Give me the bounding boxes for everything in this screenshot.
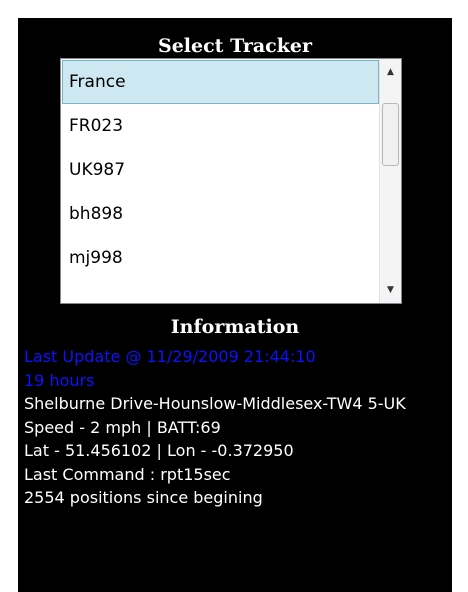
age-text: 19 hours (24, 370, 95, 390)
address-text: Shelburne Drive-Hounslow-Middlesex-TW4 5… (24, 394, 406, 413)
scroll-thumb[interactable] (382, 103, 399, 166)
scroll-down-icon[interactable]: ▼ (380, 279, 401, 301)
tracker-item-uk987[interactable]: UK987 (62, 148, 379, 192)
select-tracker-heading: Select Tracker (158, 35, 312, 57)
last-command-text: Last Command : rpt15sec (24, 464, 231, 484)
tracker-item-fr023[interactable]: FR023 (62, 104, 379, 148)
speed-battery-text: Speed - 2 mph | BATT:69 (24, 417, 221, 437)
tracker-list: France FR023 UK987 bh898 mj998 (62, 60, 379, 280)
lat-lon-text: Lat - 51.456102 | Lon - -0.372950 (24, 441, 294, 460)
tracker-panel: Select Tracker France FR023 UK987 bh898 … (18, 18, 452, 592)
tracker-item-france[interactable]: France (62, 60, 379, 104)
scroll-up-icon[interactable]: ▲ (380, 61, 401, 83)
information-details: Last Update @ 11/29/2009 21:44:10 19 hou… (24, 345, 450, 510)
list-scrollbar[interactable]: ▲ ▼ (379, 59, 401, 303)
information-heading: Information (170, 316, 300, 338)
tracker-item-mj998[interactable]: mj998 (62, 236, 379, 280)
last-update-text: Last Update @ 11/29/2009 21:44:10 (24, 347, 316, 366)
tracker-item-bh898[interactable]: bh898 (62, 192, 379, 236)
tracker-listbox[interactable]: France FR023 UK987 bh898 mj998 ▲ ▼ (60, 58, 402, 304)
positions-count-text: 2554 positions since begining (24, 488, 263, 507)
